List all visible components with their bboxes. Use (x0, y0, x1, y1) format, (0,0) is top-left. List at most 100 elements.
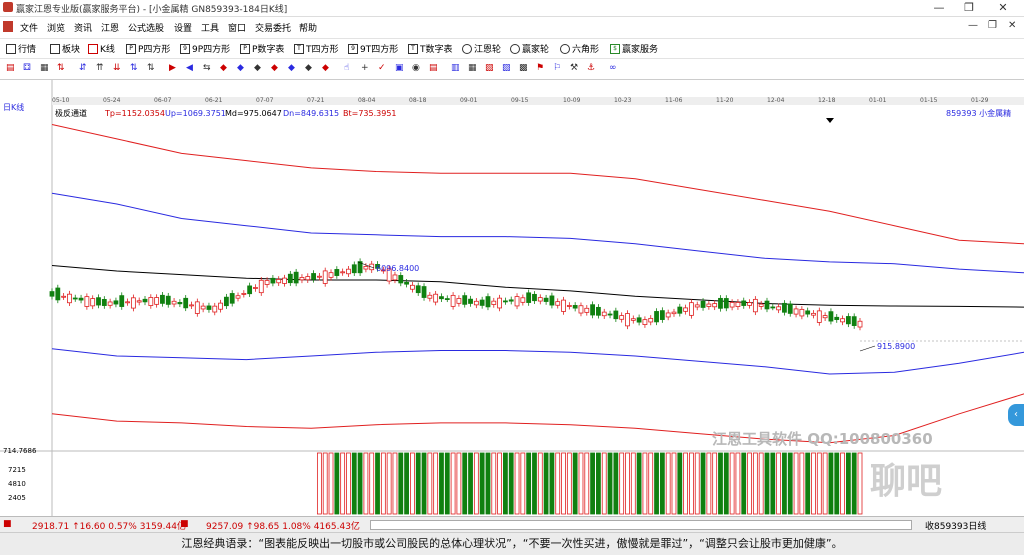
volume-bar (572, 452, 578, 515)
draw-tool-icon-24[interactable]: ▤ (429, 63, 440, 74)
draw-tool-icon-21[interactable]: ✓ (378, 63, 389, 74)
candle (549, 295, 555, 306)
draw-tool-icon-9[interactable]: ▶ (169, 63, 180, 74)
volume-bar (840, 452, 845, 515)
candle (258, 279, 264, 294)
draw-tool-icon-14[interactable]: ◆ (254, 63, 265, 74)
draw-tool-icon-30[interactable]: ⚑ (536, 63, 547, 74)
draw-tool-icon-17[interactable]: ◆ (305, 63, 316, 74)
draw-tool-icon-31[interactable]: ⚐ (553, 63, 564, 74)
candle (752, 298, 758, 313)
date-tick: 01-01 (869, 97, 887, 104)
toolbar-t-table-button[interactable]: T T数字表 (408, 42, 453, 55)
child-minimize-button[interactable]: — (968, 20, 978, 31)
draw-tool-icon-5[interactable]: ⇈ (96, 63, 107, 74)
wheel-icon (462, 43, 472, 54)
horizontal-scrollbar[interactable] (370, 520, 912, 530)
child-close-button[interactable]: ✕ (1008, 20, 1016, 31)
menu-trade[interactable]: 交易委托 (255, 21, 291, 34)
toolbar-sector-button[interactable]: 板块 (50, 42, 80, 55)
restore-button[interactable]: ❐ (954, 0, 984, 16)
draw-tool-icon-23[interactable]: ◉ (412, 63, 423, 74)
status-index2[interactable]: 9257.09 ↑98.65 1.08% 4165.43亿 (206, 519, 360, 532)
menu-tools[interactable]: 工具 (201, 21, 219, 34)
draw-tool-icon-28[interactable]: ▨ (502, 63, 513, 74)
draw-tool-icon-33[interactable]: ⚓ (587, 63, 598, 74)
candle (130, 297, 136, 309)
candle (706, 303, 712, 307)
draw-tool-icon-27[interactable]: ▧ (485, 63, 496, 74)
status-index1[interactable]: 2918.71 ↑16.60 0.57% 3159.44亿 (32, 519, 186, 532)
draw-tool-icon-32[interactable]: ⚒ (570, 63, 581, 74)
toolbar-p-square-button[interactable]: P P四方形 (126, 42, 170, 55)
toolbar-t-square-button[interactable]: T T四方形 (294, 42, 339, 55)
draw-tool-icon-11[interactable]: ⇆ (203, 63, 214, 74)
draw-tool-icon-22[interactable]: ▣ (395, 63, 406, 74)
toolbar-kline-button[interactable]: K线 (88, 42, 115, 55)
draw-tool-icon-6[interactable]: ⇊ (113, 63, 124, 74)
menu-file[interactable]: 文件 (20, 21, 38, 34)
candle (235, 295, 241, 299)
toolbar-service-button[interactable]: $ 赢家服务 (610, 42, 658, 55)
period-label: 日K线 (3, 102, 24, 112)
draw-tool-icon-16[interactable]: ◆ (288, 63, 299, 74)
draw-tool-icon-34[interactable]: ∞ (609, 63, 620, 74)
toolbar-9p-square-button[interactable]: 9 9P四方形 (180, 42, 230, 55)
menu-settings[interactable]: 设置 (174, 21, 192, 34)
draw-tool-icon-2[interactable]: ▦ (40, 63, 51, 74)
menu-browse[interactable]: 浏览 (47, 21, 65, 34)
status-right-label: 收859393日线 (925, 522, 987, 532)
draw-tool-icon-13[interactable]: ◆ (237, 63, 248, 74)
menu-gann[interactable]: 江恩 (101, 21, 119, 34)
candle (590, 304, 596, 316)
draw-tool-icon-4[interactable]: ⇵ (79, 63, 90, 74)
menu-formula[interactable]: 公式选股 (128, 21, 164, 34)
volume-bar (782, 452, 787, 515)
draw-tool-icon-29[interactable]: ▩ (519, 63, 530, 74)
draw-tool-icon-12[interactable]: ◆ (220, 63, 231, 74)
child-restore-button[interactable]: ❐ (988, 20, 997, 31)
draw-tool-icon-18[interactable]: ◆ (322, 63, 333, 74)
volume-bar (427, 452, 433, 515)
draw-tool-icon-8[interactable]: ⇅ (147, 63, 158, 74)
volume-bar (764, 452, 770, 515)
app-menu-icon[interactable] (3, 21, 13, 32)
volume-bar (706, 452, 712, 515)
minimize-button[interactable]: — (924, 0, 954, 16)
toolbar-hexagon-button[interactable]: 六角形 (560, 42, 599, 55)
kline-chart-panel[interactable]: 日K线 极反通道 Tp=1152.0354 Up=1069.3751 Md=97… (0, 80, 1024, 516)
candle (491, 300, 497, 305)
draw-tool-icon-1[interactable]: ⚃ (23, 63, 34, 74)
kline-chart[interactable]: 日K线 极反通道 Tp=1152.0354 Up=1069.3751 Md=97… (0, 80, 1024, 516)
status-index2-icon: ■ (180, 519, 189, 529)
draw-tool-icon-7[interactable]: ⇅ (130, 63, 141, 74)
candle (340, 271, 346, 274)
toolbar-quotes-button[interactable]: 行情 (6, 42, 36, 55)
candle (282, 277, 287, 284)
dropdown-caret-icon[interactable] (826, 118, 834, 123)
draw-tool-icon-15[interactable]: ◆ (271, 63, 282, 74)
draw-tool-icon-20[interactable]: + (361, 63, 372, 74)
draw-tool-icon-26[interactable]: ▦ (468, 63, 479, 74)
menu-window[interactable]: 窗口 (228, 21, 246, 34)
toolbar-gann-wheel-button[interactable]: 江恩轮 (462, 42, 501, 55)
date-tick: 09-15 (511, 97, 529, 104)
candle (346, 268, 351, 275)
menu-info[interactable]: 资讯 (74, 21, 92, 34)
draw-tool-icon-19[interactable]: ☝ (344, 63, 355, 74)
side-expand-button[interactable]: ‹ (1008, 404, 1024, 426)
draw-tool-icon-0[interactable]: ▤ (6, 63, 17, 74)
toolbar-winner-wheel-button[interactable]: 赢家轮 (510, 42, 549, 55)
volume-bar (590, 452, 596, 515)
volume-bar (718, 452, 723, 515)
draw-tool-icon-10[interactable]: ◀ (186, 63, 197, 74)
draw-tool-icon-25[interactable]: ▥ (451, 63, 462, 74)
toolbar-p-table-button[interactable]: P P数字表 (240, 42, 284, 55)
draw-tool-icon-3[interactable]: ⇅ (57, 63, 68, 74)
menu-help[interactable]: 帮助 (299, 21, 317, 34)
close-button[interactable]: ✕ (988, 0, 1018, 16)
candle (84, 296, 90, 307)
candle (555, 301, 561, 306)
volume-bar (636, 452, 642, 515)
toolbar-9t-square-button[interactable]: 9 9T四方形 (348, 42, 398, 55)
